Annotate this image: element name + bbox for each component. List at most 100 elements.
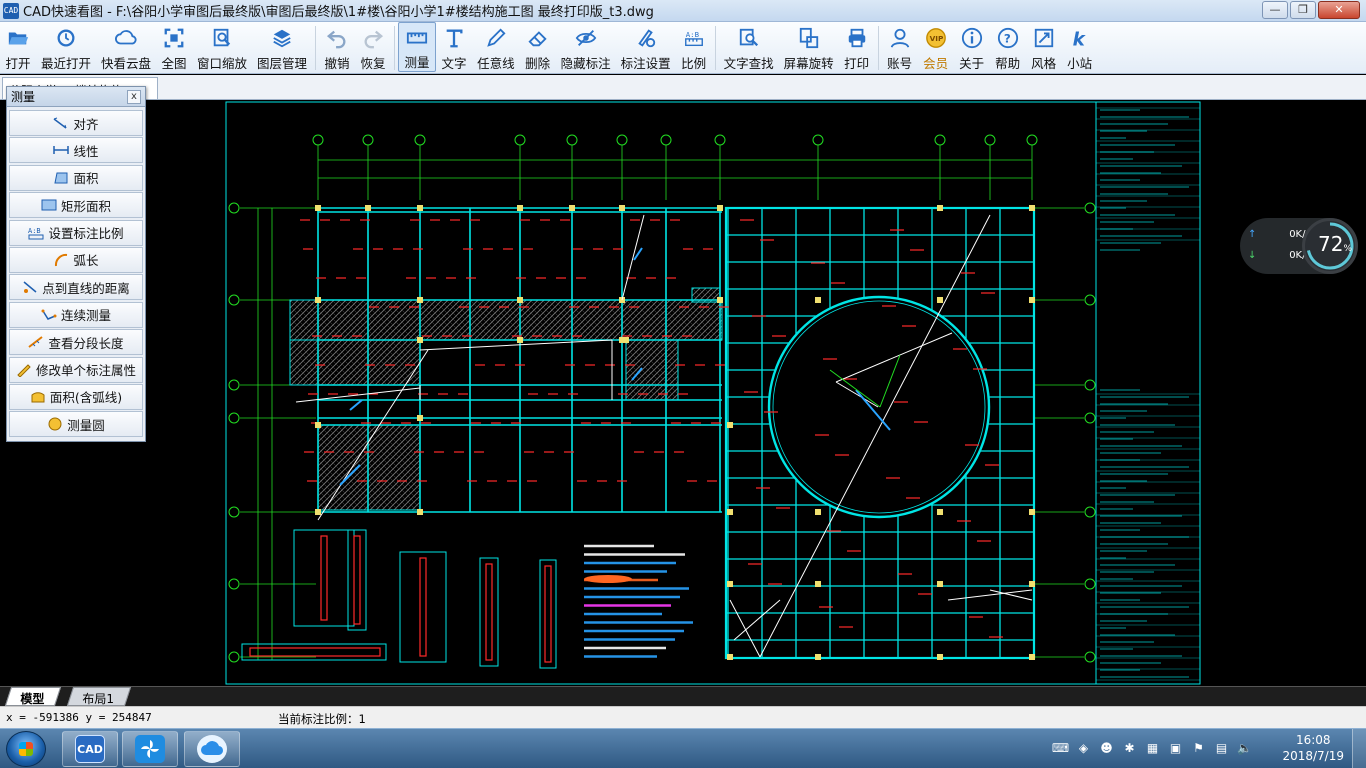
- keyboard-icon[interactable]: ⌨: [1052, 739, 1069, 756]
- toolbar-button-info[interactable]: 关于: [954, 22, 990, 72]
- qq-icon[interactable]: ☻: [1098, 739, 1115, 756]
- measure-tool-set-scale[interactable]: A:B 设置标注比例: [9, 219, 143, 246]
- toolbar-button-label: 打开: [5, 56, 31, 71]
- app-logo-icon: CAD: [3, 2, 19, 19]
- column-marker: [815, 654, 821, 660]
- column-marker: [517, 337, 523, 343]
- toolbar-button-label: 打印: [844, 56, 870, 71]
- measure-tool-area-arc[interactable]: 面积(含弧线): [9, 383, 143, 410]
- toolbar-button-label: 图层管理: [257, 56, 308, 71]
- toolbar-button-annotation-settings[interactable]: 标注设置: [616, 22, 676, 72]
- network-speed-widget[interactable]: ↑ 0K/s ↓ 0K/s 72%: [1240, 218, 1358, 274]
- taskbar-cad-app[interactable]: CAD: [62, 731, 118, 767]
- detail-section: [539, 559, 557, 669]
- toolbar-button-label: 删除: [525, 56, 551, 71]
- measure-tool-continuous-measure[interactable]: 连续测量: [9, 301, 143, 328]
- toolbar-button-eraser[interactable]: 删除: [520, 22, 556, 72]
- measure-tool-label: 对齐: [73, 116, 99, 132]
- app-tray-icon[interactable]: ▣: [1167, 739, 1184, 756]
- svg-text:k: k: [1072, 29, 1086, 49]
- measure-tool-label: 连续测量: [60, 308, 111, 324]
- axis-bubble: [984, 134, 996, 146]
- measure-tool-label: 面积(含弧线): [49, 390, 123, 406]
- toolbar-button-label: 小站: [1067, 56, 1093, 71]
- measure-tool-align-measure[interactable]: 对齐: [9, 110, 143, 136]
- measurement-label: [349, 399, 363, 411]
- start-button[interactable]: [6, 731, 46, 767]
- account-icon: [887, 26, 913, 50]
- taskbar-cloud-app[interactable]: [184, 731, 240, 767]
- toolbar-button-text-search[interactable]: 文字查找: [719, 22, 779, 72]
- maximize-button[interactable]: ❐: [1290, 1, 1316, 19]
- network-icon[interactable]: ▤: [1213, 739, 1230, 756]
- axis-bubble: [1084, 412, 1096, 424]
- column-marker: [727, 422, 733, 428]
- cad-drawing[interactable]: [0, 100, 1366, 686]
- column-marker: [365, 205, 371, 211]
- column-marker: [517, 205, 523, 211]
- cad-app-icon: CAD: [75, 735, 105, 763]
- flag-icon[interactable]: ⚑: [1190, 739, 1207, 756]
- toolbar-button-redo[interactable]: 恢复: [355, 22, 391, 72]
- layout-tab-bar: 模型 布局1: [0, 686, 1366, 706]
- measure-tool-arc-length[interactable]: 弧长: [9, 246, 143, 273]
- toolbar-button-label: 恢复: [360, 56, 386, 71]
- measure-tool-area[interactable]: 面积: [9, 164, 143, 191]
- toolbar-button-print[interactable]: 打印: [839, 22, 875, 72]
- bluetooth-icon[interactable]: ✱: [1121, 739, 1138, 756]
- battery-icon[interactable]: ▦: [1144, 739, 1161, 756]
- layers-icon: [269, 26, 295, 50]
- annotation-scale-status: 当前标注比例：1: [278, 712, 366, 726]
- toolbar-button-account[interactable]: 账号: [882, 22, 918, 72]
- toolbar-button-layers[interactable]: 图层管理: [252, 22, 312, 72]
- toolbar-button-folder-open[interactable]: 打开: [0, 22, 36, 72]
- column-marker: [727, 654, 733, 660]
- tab-model[interactable]: 模型: [4, 687, 62, 706]
- measure-panel-header[interactable]: 测量 x: [7, 87, 145, 107]
- drawing-canvas[interactable]: [0, 100, 1366, 686]
- toolbar-button-scale[interactable]: A:B 比例: [676, 22, 712, 72]
- window-controls: — ❐ ✕: [1262, 1, 1360, 19]
- close-button[interactable]: ✕: [1318, 1, 1360, 19]
- toolbar-button-rotate-screen[interactable]: 屏幕旋转: [779, 22, 839, 72]
- toolbar-button-fit-all[interactable]: 全图: [156, 22, 192, 72]
- toolbar-button-station[interactable]: k 小站: [1062, 22, 1098, 72]
- toolbar-button-label: 快看云盘: [101, 56, 152, 71]
- measure-tool-measure-circle[interactable]: 测量圆: [9, 411, 143, 438]
- axis-bubble: [1084, 506, 1096, 518]
- toolbar-button-text[interactable]: 文字: [436, 22, 472, 72]
- toolbar-button-help[interactable]: ? 帮助: [990, 22, 1026, 72]
- upload-speed: ↑ 0K/s: [1248, 229, 1311, 240]
- measure-tool-rect-area[interactable]: 矩形面积: [9, 192, 143, 219]
- toolbar-button-pen[interactable]: 任意线: [472, 22, 520, 72]
- volume-icon[interactable]: 🔈: [1236, 739, 1253, 756]
- toolbar-button-vip[interactable]: VIP 会员: [918, 22, 954, 72]
- taskbar-clock[interactable]: 16:08 2018/7/19: [1282, 732, 1344, 764]
- svg-text:A:B: A:B: [685, 30, 699, 39]
- show-desktop-button[interactable]: [1352, 729, 1366, 768]
- taskbar-pinwheel-app[interactable]: [122, 731, 178, 767]
- toolbar-button-measure[interactable]: 测量: [398, 22, 437, 72]
- detail-section: [399, 551, 447, 663]
- toolbar-button-zoom-window[interactable]: 窗口缩放: [192, 22, 252, 72]
- measure-tool-point-line-distance[interactable]: 点到直线的距离: [9, 274, 143, 301]
- toolbar-button-label: 屏幕旋转: [783, 56, 834, 71]
- toolbar-button-hide[interactable]: 隐藏标注: [556, 22, 616, 72]
- measure-panel-close-button[interactable]: x: [127, 89, 141, 104]
- shield-icon[interactable]: ◈: [1075, 739, 1092, 756]
- toolbar-button-cloud[interactable]: 快看云盘: [96, 22, 156, 72]
- column-marker: [417, 509, 423, 515]
- detail-section: [479, 557, 499, 667]
- toolbar-button-recent[interactable]: 最近打开: [36, 22, 96, 72]
- measure-tool-linear-measure[interactable]: 线性: [9, 137, 143, 164]
- column-marker: [815, 509, 821, 515]
- minimize-button[interactable]: —: [1262, 1, 1288, 19]
- vip-icon: VIP: [923, 26, 949, 50]
- column-marker: [1029, 509, 1035, 515]
- toolbar-button-undo[interactable]: 撤销: [319, 22, 355, 72]
- measure-tool-segment-length[interactable]: 查看分段长度: [9, 329, 143, 356]
- column-marker: [937, 581, 943, 587]
- measure-tool-edit-annotation[interactable]: 修改单个标注属性: [9, 356, 143, 383]
- tab-layout1[interactable]: 布局1: [66, 687, 131, 706]
- toolbar-button-style[interactable]: 风格: [1026, 22, 1062, 72]
